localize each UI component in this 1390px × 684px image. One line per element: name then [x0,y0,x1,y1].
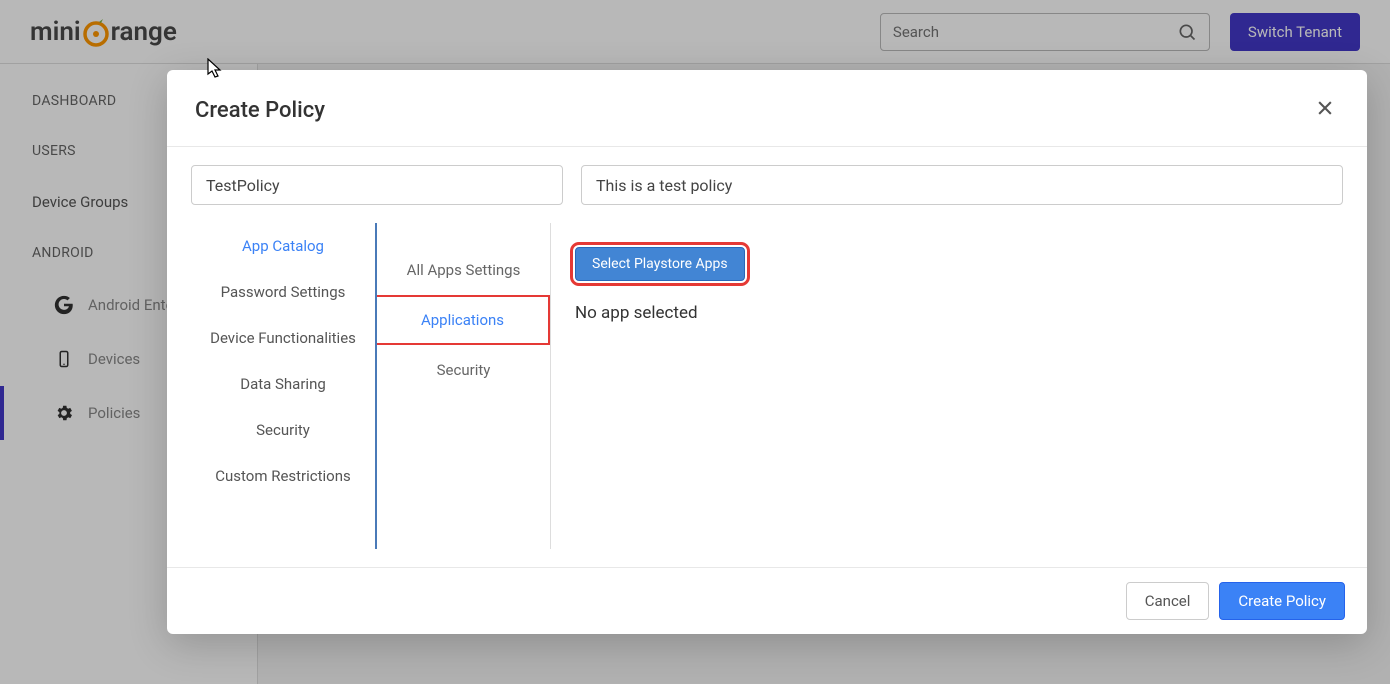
category-column: App Catalog Password Settings Device Fun… [191,223,377,549]
modal-footer: Cancel Create Policy [167,567,1367,634]
create-policy-button[interactable]: Create Policy [1219,582,1345,620]
no-app-selected-text: No app selected [575,303,1319,323]
category-password-settings[interactable]: Password Settings [191,269,375,315]
category-data-sharing[interactable]: Data Sharing [191,361,375,407]
category-security[interactable]: Security [191,407,375,453]
subcategory-applications[interactable]: Applications [377,295,550,345]
input-row [191,165,1343,205]
category-custom-restrictions[interactable]: Custom Restrictions [191,453,375,499]
modal-header: Create Policy [167,70,1367,147]
detail-column: Select Playstore Apps No app selected [551,223,1343,549]
content-area: App Catalog Password Settings Device Fun… [191,223,1343,549]
close-button[interactable] [1311,94,1339,126]
cancel-button[interactable]: Cancel [1126,582,1210,620]
policy-name-input[interactable] [191,165,563,205]
policy-description-input[interactable] [581,165,1343,205]
category-app-catalog[interactable]: App Catalog [191,223,375,269]
create-policy-modal: Create Policy App Catalog Password Setti… [167,70,1367,634]
modal-title: Create Policy [195,98,325,123]
subcategory-column: All Apps Settings Applications Security [377,223,551,549]
subcategory-all-apps-settings[interactable]: All Apps Settings [377,245,550,295]
category-device-functionalities[interactable]: Device Functionalities [191,315,375,361]
subcategory-security[interactable]: Security [377,345,550,395]
close-icon [1315,98,1335,118]
select-playstore-apps-button[interactable]: Select Playstore Apps [575,247,745,281]
modal-body: App Catalog Password Settings Device Fun… [167,147,1367,567]
